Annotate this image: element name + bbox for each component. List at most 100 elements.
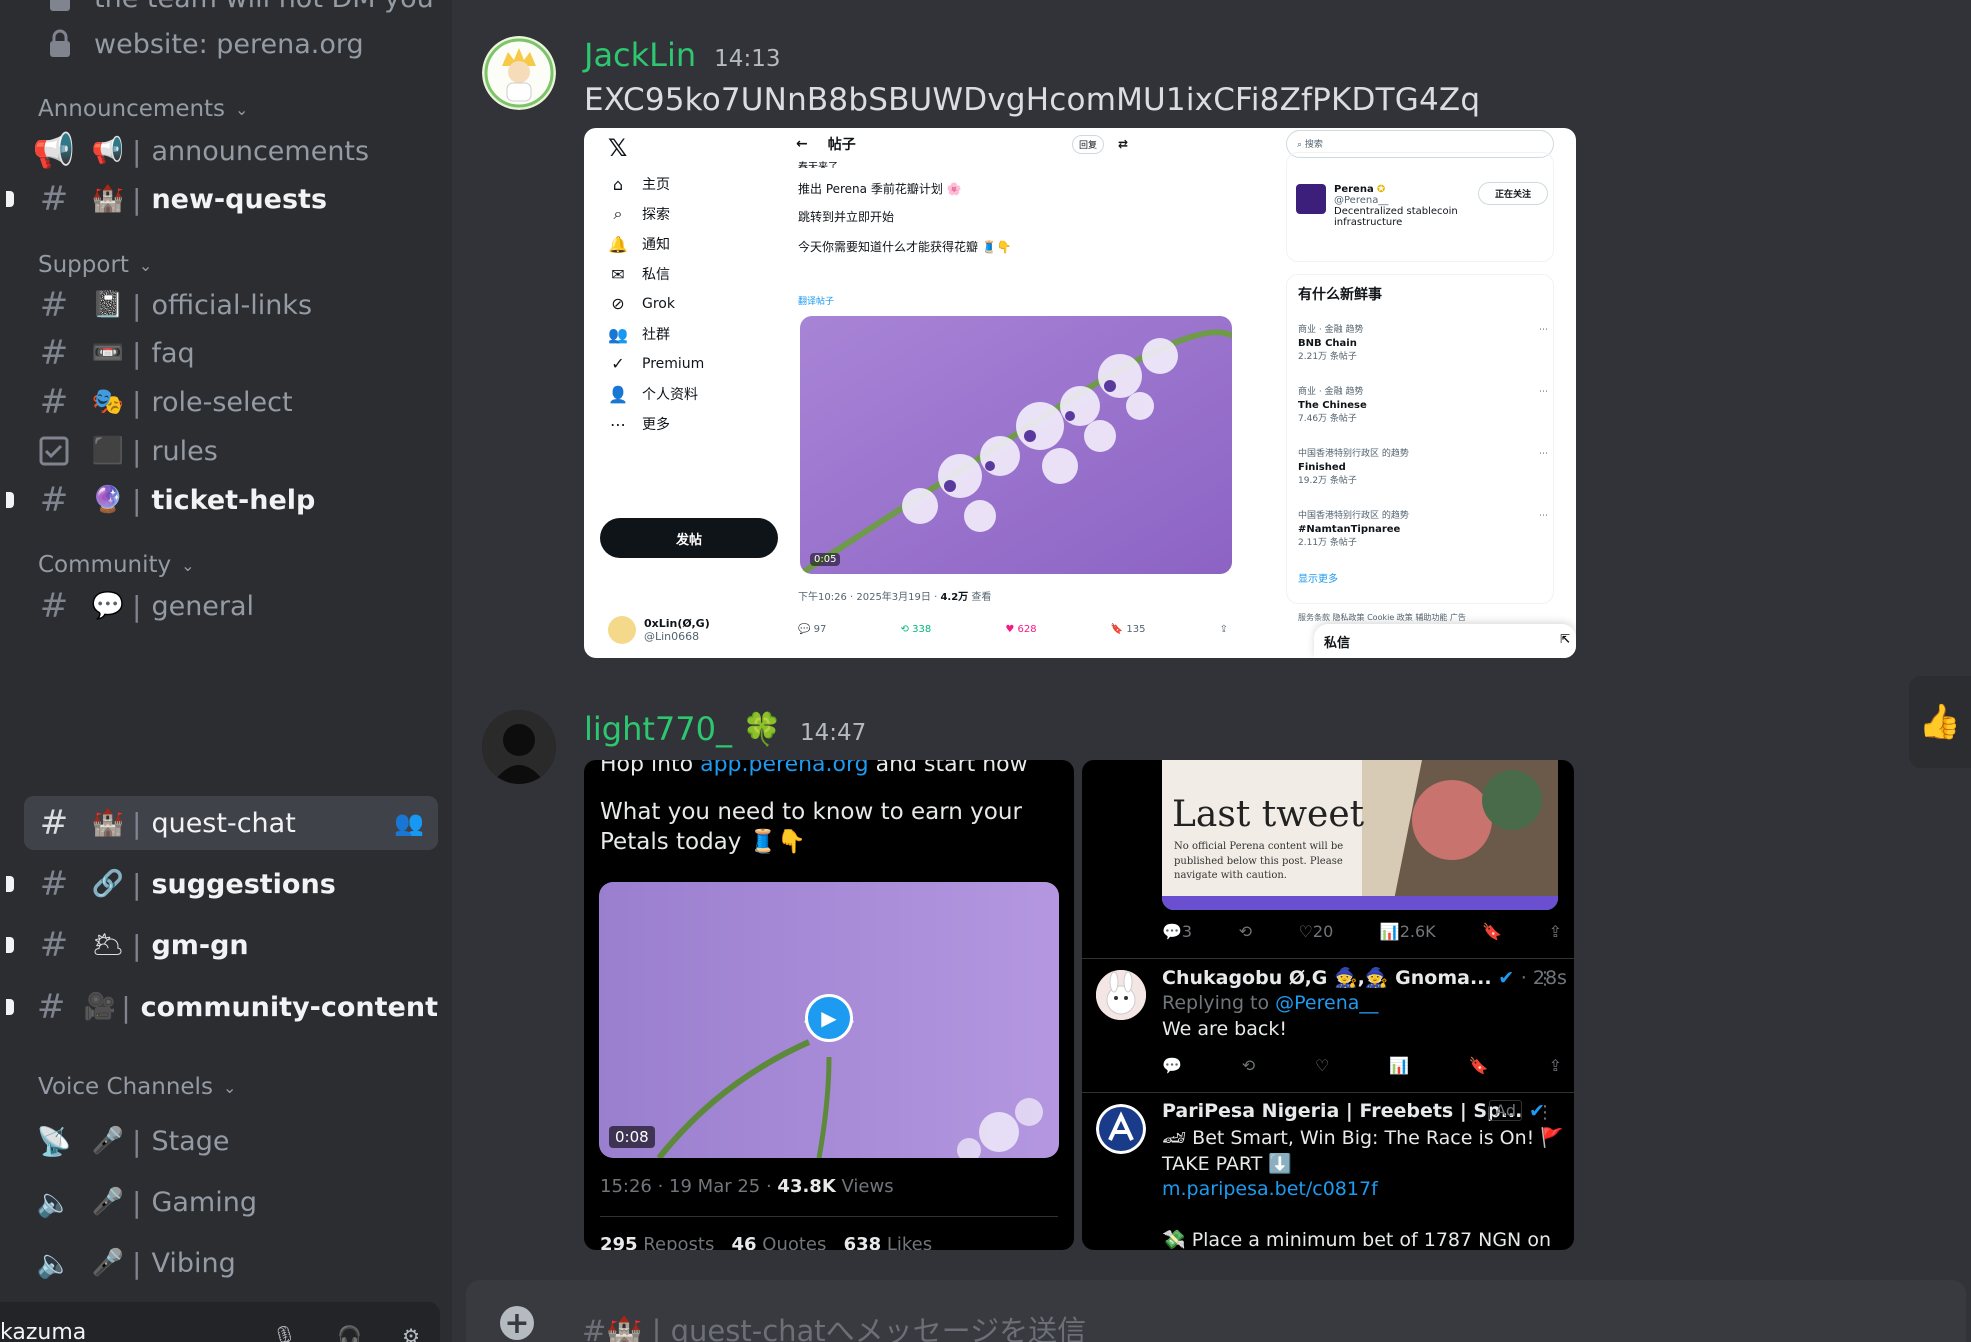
attachment-image-x-replies[interactable]: Last tweet No official Perena content wi… xyxy=(1082,760,1574,1250)
separator: | xyxy=(132,288,142,322)
gear-icon[interactable]: ⚙ xyxy=(402,1324,420,1342)
x-reply-action: 💬3 xyxy=(1162,922,1192,941)
avatar[interactable] xyxy=(482,710,556,784)
author-name[interactable]: light770_ 🍀 xyxy=(584,710,782,748)
profile-icon: 👤 xyxy=(608,384,628,404)
headphones-icon[interactable]: 🎧 xyxy=(337,1324,362,1342)
locked-hash-icon: #🏰 | xyxy=(582,1314,671,1342)
x-nav-item: 🔔 通知 xyxy=(608,234,670,254)
last-tweet-title: Last tweet xyxy=(1172,794,1365,835)
x-post-video: 0:05 xyxy=(800,316,1232,574)
channel-official-links[interactable]: # 📓 | official-links xyxy=(24,278,438,332)
megaphone-icon: 📢 xyxy=(32,131,76,171)
voice-channel-vibing[interactable]: 🔈 🎤 | Vibing xyxy=(24,1236,438,1290)
chevron-down-icon: ⌄ xyxy=(222,1077,237,1097)
x-trend-item: 商业 · 金融 趋势 The Chinese 7.46万 条帖子 ⋯ xyxy=(1298,386,1548,425)
channel-emoji: ⬛ xyxy=(91,436,125,466)
channel-community-content[interactable]: # 🎥 | community-content xyxy=(6,980,438,1034)
channel-role-select[interactable]: # 🎭 | role-select xyxy=(24,375,438,429)
attachment-image-x-post-video[interactable]: Hop into app.perena.org and start now Wh… xyxy=(584,760,1074,1250)
more-icon: ⋮ xyxy=(1536,968,1554,989)
x-following-button: 正在关注 xyxy=(1478,182,1548,205)
locked-hash-icon: # xyxy=(39,586,69,626)
divider xyxy=(1082,958,1574,959)
x-trends-title: 有什么新鲜事 xyxy=(1298,287,1382,303)
channel-faq[interactable]: # 📼 | faq xyxy=(24,326,438,380)
x-follow-bio: Decentralized stablecoin infrastructure xyxy=(1334,206,1458,228)
category-support[interactable]: Support ⌄ xyxy=(38,252,152,278)
channel-gm-gn[interactable]: # 🌥 | gm-gn xyxy=(6,918,438,972)
channel-label: Gaming xyxy=(151,1186,257,1218)
author-name[interactable]: JackLin xyxy=(584,36,696,74)
separator: | xyxy=(132,928,142,962)
chevron-down-icon: ⌄ xyxy=(235,99,249,119)
locked-hash-icon: # xyxy=(39,803,69,843)
x-nav-item: 👥 社群 xyxy=(608,324,670,344)
x-post-actions: 💬 97 ⟲ 338 ♥ 628 🔖 135 ⇪ xyxy=(798,624,1228,635)
avatar[interactable] xyxy=(482,36,556,110)
quote-count: 46 xyxy=(731,1234,757,1250)
attachment-image-x-post-zh[interactable]: 𝕏 ⌂ 主页 ⌕ 探索 🔔 通知 ✉ 私信 ⊘ Grok 👥 社群 ✓ Premium 👤 个人… xyxy=(584,128,1576,658)
video-duration: 0:05 xyxy=(810,553,841,566)
microphone-icon[interactable]: 🎙 xyxy=(272,1324,297,1342)
lock-icon xyxy=(40,0,80,18)
last-tweet-card: Last tweet No official Perena content wi… xyxy=(1162,760,1558,910)
category-voice-channels[interactable]: Voice Channels ⌄ xyxy=(38,1074,236,1100)
bookmark-icon: 🔖 xyxy=(1110,624,1124,635)
channel-label: new-quests xyxy=(151,183,328,215)
avatar xyxy=(1096,970,1146,1020)
repost-icon: ⟲ xyxy=(1241,1056,1256,1075)
repost-count: 295 xyxy=(600,1234,638,1250)
channel-topic-row: the team will not DM you xyxy=(40,0,434,18)
channel-rules[interactable]: ⬛ | rules xyxy=(24,424,438,478)
channel-label: Vibing xyxy=(151,1247,236,1279)
locked-hash-icon: # xyxy=(39,925,69,965)
x-trend-item: 中国香港特别行政区 的趋势 #NamtanTipnaree 2.11万 条帖子 ⋯ xyxy=(1298,510,1548,549)
trend-name: Finished xyxy=(1298,461,1346,473)
chevron-down-icon: ⌄ xyxy=(138,255,153,275)
trend-count: 2.11万 条帖子 xyxy=(1298,537,1357,548)
clover-badge-icon: 🍀 xyxy=(742,710,783,748)
channel-suggestions[interactable]: # 🔗 | suggestions xyxy=(6,857,438,911)
trend-context: 中国香港特别行政区 的趋势 xyxy=(1298,449,1409,459)
replying-to-label: Replying to xyxy=(1162,992,1276,1014)
x-nav-item: ⊘ Grok xyxy=(608,294,675,313)
separator: | xyxy=(132,867,142,901)
cut-text-before: Hop into xyxy=(600,760,701,777)
views-icon: 📊 xyxy=(1389,1056,1410,1075)
composer-placeholder[interactable]: #🏰 | quest-chatへメッセージを送信 xyxy=(582,1308,1086,1342)
user-name[interactable]: kazuma xyxy=(0,1320,86,1342)
add-member-icon[interactable]: 👥 xyxy=(394,809,424,837)
category-announcements[interactable]: Announcements ⌄ xyxy=(38,96,248,122)
x-post-cut-text: Hop into app.perena.org and start now xyxy=(600,760,1028,777)
adjust-icon: ⇄ xyxy=(1117,137,1128,151)
channel-emoji: 🌥 xyxy=(91,930,125,960)
share-icon: ⇪ xyxy=(1548,1056,1562,1075)
channel-ticket-help[interactable]: # 🔮 | ticket-help xyxy=(6,473,438,527)
channel-new-quests[interactable]: # 🏰 | new-quests xyxy=(6,172,438,226)
x-reply-action: 💬 97 xyxy=(798,624,826,635)
timestamp: 14:47 xyxy=(800,720,867,746)
ad-link-text: m.paripesa.bet/c0817f xyxy=(1162,1178,1378,1200)
channel-emoji: 🎥 xyxy=(83,992,116,1022)
locked-hash-icon: # xyxy=(39,480,69,520)
premium-icon: ✓ xyxy=(611,354,625,373)
x-nav-item: ⌂ 主页 xyxy=(608,174,670,194)
channel-announcements[interactable]: 📢 📢 | announcements xyxy=(24,124,438,178)
add-attachment-icon[interactable]: + xyxy=(500,1306,534,1341)
voice-channel-gaming[interactable]: 🔈 🎤 | Gaming xyxy=(24,1175,438,1229)
reply-icon: 💬 xyxy=(798,624,811,635)
repost-icon: ⟲ xyxy=(900,624,909,635)
channel-quest-chat-selected[interactable]: # 🏰 | quest-chat 👥 xyxy=(24,796,438,850)
views-icon: 📊 xyxy=(1379,922,1400,941)
more-icon: ⋯ xyxy=(1539,387,1548,397)
thumbs-up-reaction-button[interactable]: 👍 xyxy=(1909,676,1971,768)
voice-channel-stage[interactable]: 📡 🎤 | Stage xyxy=(24,1114,438,1168)
message-composer[interactable]: + #🏰 | quest-chatへメッセージを送信 xyxy=(466,1280,1966,1342)
locked-hash-icon: # xyxy=(36,987,66,1027)
more-icon: ⋮ xyxy=(1536,1102,1554,1123)
reposts-label: Reposts xyxy=(637,1234,715,1250)
category-community[interactable]: Community ⌄ xyxy=(38,552,195,578)
x-post-meta: 下午10:26 · 2025年3月19日 · 4.2万 查看 xyxy=(798,588,991,603)
channel-general[interactable]: # 💬 | general xyxy=(24,579,438,633)
